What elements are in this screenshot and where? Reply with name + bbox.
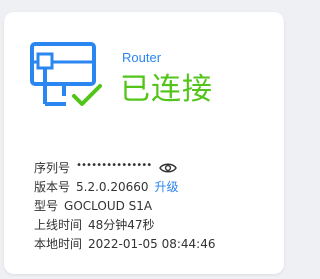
model-row: 型号 GOCLOUD S1A bbox=[34, 196, 215, 215]
connection-status: 已连接 bbox=[120, 72, 213, 107]
local-time-value: 2022-01-05 08:44:46 bbox=[88, 236, 216, 251]
eye-icon[interactable] bbox=[159, 162, 178, 174]
version-row: 版本号 5.2.0.20660 升级 bbox=[34, 177, 215, 196]
model-value: GOCLOUD S1A bbox=[64, 198, 153, 213]
version-label: 版本号 bbox=[34, 180, 71, 194]
serial-value: ••••••••••••••• bbox=[76, 160, 152, 171]
local-time-row: 本地时间 2022-01-05 08:44:46 bbox=[34, 234, 215, 253]
router-connected-icon bbox=[30, 42, 102, 106]
device-info-list: 序列号 ••••••••••••••• 版本号 5.2.0.20660 升级 型… bbox=[34, 158, 215, 253]
uptime-value: 48分钟47秒 bbox=[88, 218, 155, 232]
version-value: 5.2.0.20660 bbox=[76, 179, 149, 194]
router-status-card: Router 已连接 序列号 ••••••••••••••• 版本号 5.2.0… bbox=[4, 12, 284, 274]
serial-row: 序列号 ••••••••••••••• bbox=[34, 158, 215, 177]
device-type-label: Router bbox=[122, 50, 162, 65]
local-time-label: 本地时间 bbox=[34, 237, 83, 251]
serial-label: 序列号 bbox=[34, 161, 71, 175]
model-label: 型号 bbox=[34, 199, 59, 213]
upgrade-link[interactable]: 升级 bbox=[155, 178, 179, 195]
uptime-row: 上线时间 48分钟47秒 bbox=[34, 215, 215, 234]
uptime-label: 上线时间 bbox=[34, 218, 83, 232]
